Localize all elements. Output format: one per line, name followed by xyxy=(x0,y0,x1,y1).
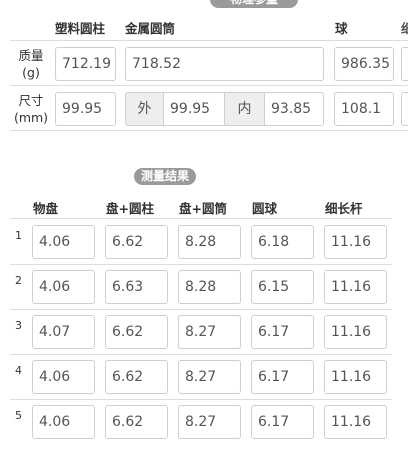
mass-ball-input[interactable]: 986.35 xyxy=(334,47,394,81)
row-number: 3 xyxy=(15,319,22,332)
size-label: 尺寸 (mm) xyxy=(10,92,52,126)
result-input[interactable]: 8.28 xyxy=(178,270,241,304)
mass-overflow-input[interactable] xyxy=(401,47,408,81)
col-header-tray: 物盘 xyxy=(33,201,59,216)
mass-label: 质量 (g) xyxy=(10,47,52,81)
size-inner-input[interactable]: 93.85 xyxy=(264,92,324,126)
results-row-divider xyxy=(10,309,392,310)
size-overflow-input[interactable] xyxy=(401,92,408,126)
size-label-line1: 尺寸 xyxy=(18,93,44,108)
col-header-slender-rod: 细长杆 xyxy=(325,201,363,216)
params-bottom-divider xyxy=(10,130,408,131)
result-input[interactable]: 6.17 xyxy=(251,315,314,349)
row-number: 4 xyxy=(15,364,22,377)
mass-label-line2: (g) xyxy=(22,65,40,80)
result-input[interactable]: 6.62 xyxy=(105,315,168,349)
result-input[interactable]: 11.16 xyxy=(324,270,387,304)
result-input[interactable]: 4.06 xyxy=(32,270,95,304)
result-input[interactable]: 6.15 xyxy=(251,270,314,304)
result-input[interactable]: 8.28 xyxy=(178,225,241,259)
mass-metal-tube-input[interactable]: 718.52 xyxy=(125,47,324,81)
col-header-sphere: 圆球 xyxy=(252,201,278,216)
results-row-divider xyxy=(10,399,392,400)
row-number: 2 xyxy=(15,274,22,287)
result-input[interactable]: 4.06 xyxy=(32,405,95,439)
result-input[interactable]: 11.16 xyxy=(324,225,387,259)
mass-plastic-cylinder-input[interactable]: 712.19 xyxy=(55,47,116,81)
results-title-badge: 测量结果 xyxy=(134,168,196,185)
mass-label-line1: 质量 xyxy=(18,48,44,63)
result-input[interactable]: 6.62 xyxy=(105,405,168,439)
col-header-plastic-cylinder: 塑料圆柱 xyxy=(55,21,106,36)
col-header-ball: 球 xyxy=(335,21,348,36)
result-input[interactable]: 4.06 xyxy=(32,360,95,394)
result-input[interactable]: 8.27 xyxy=(178,405,241,439)
result-input[interactable]: 8.27 xyxy=(178,315,241,349)
result-input[interactable]: 4.07 xyxy=(32,315,95,349)
row-number: 5 xyxy=(15,409,22,422)
result-input[interactable]: 11.16 xyxy=(324,360,387,394)
result-input[interactable]: 6.17 xyxy=(251,405,314,439)
result-input[interactable]: 6.62 xyxy=(105,225,168,259)
results-row-divider xyxy=(10,264,392,265)
col-header-metal-tube: 金属圆筒 xyxy=(125,21,176,36)
result-input[interactable]: 6.62 xyxy=(105,360,168,394)
result-input[interactable]: 11.16 xyxy=(324,315,387,349)
size-plastic-cylinder-input[interactable]: 99.95 xyxy=(55,92,116,126)
result-input[interactable]: 6.63 xyxy=(105,270,168,304)
result-input[interactable]: 11.16 xyxy=(324,405,387,439)
size-label-line2: (mm) xyxy=(13,110,49,125)
result-input[interactable]: 4.06 xyxy=(32,225,95,259)
size-ball-input[interactable]: 108.1 xyxy=(334,92,394,126)
row-number: 1 xyxy=(15,229,22,242)
col-header-overflow: 细 xyxy=(401,21,408,36)
result-input[interactable]: 6.18 xyxy=(251,225,314,259)
params-row-divider xyxy=(10,85,408,86)
results-header-divider xyxy=(10,218,392,219)
params-header-divider xyxy=(10,40,408,41)
results-row-divider xyxy=(10,354,392,355)
result-input[interactable]: 6.17 xyxy=(251,360,314,394)
outer-diameter-addon: 外 xyxy=(125,92,164,126)
result-input[interactable]: 8.27 xyxy=(178,360,241,394)
col-header-tray-tube: 盘+圆筒 xyxy=(179,201,227,216)
params-title-badge: 物理参量 xyxy=(210,0,298,8)
inner-diameter-addon: 内 xyxy=(224,92,265,126)
size-outer-input[interactable]: 99.95 xyxy=(163,92,225,126)
col-header-tray-cylinder: 盘+圆柱 xyxy=(106,201,154,216)
